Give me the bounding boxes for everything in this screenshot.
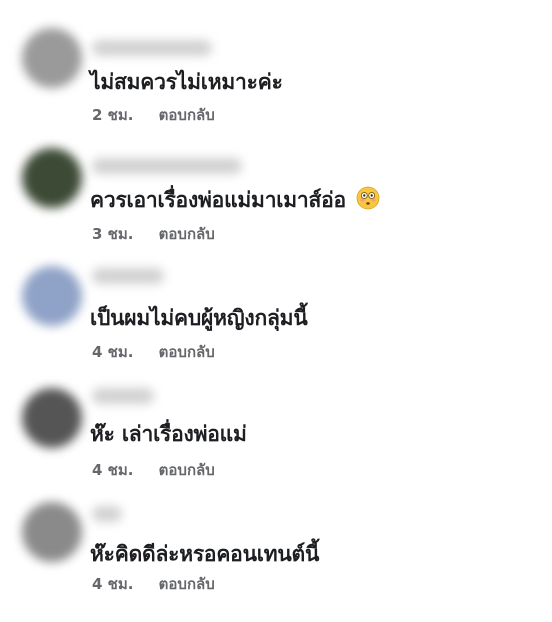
- comment-text: ควรเอาเรื่องพ่อแม่มาเมาส์อ่อ: [90, 184, 380, 217]
- reply-button[interactable]: ตอบกลับ: [159, 575, 215, 593]
- commenter-name-blurred[interactable]: [92, 388, 154, 404]
- commenter-name-blurred[interactable]: [92, 268, 164, 284]
- comment-item: เป็นผมไม่คบผู้หญิงกลุ่มนี้ 4 ชม. ตอบกลับ: [0, 232, 552, 361]
- avatar[interactable]: [22, 28, 82, 88]
- flushed-face-icon: [356, 186, 380, 210]
- commenter-name-blurred[interactable]: [92, 40, 212, 56]
- comment-text: ห๊ะ เล่าเรื่องพ่อแม่: [90, 422, 247, 446]
- avatar[interactable]: [22, 502, 82, 562]
- comment-item: ห๊ะ เล่าเรื่องพ่อแม่ 4 ชม. ตอบกลับ: [0, 352, 552, 479]
- commenter-name-blurred[interactable]: [92, 506, 122, 522]
- comment-time: 4 ชม.: [92, 575, 134, 593]
- avatar[interactable]: [22, 388, 82, 448]
- comment-text: ห๊ะคิดดีล่ะหรอคอนเทนต์นี้: [90, 542, 320, 566]
- comment-item: ควรเอาเรื่องพ่อแม่มาเมาส์อ่อ 3 ชม. ตอบกล…: [0, 116, 552, 243]
- avatar[interactable]: [22, 148, 82, 208]
- comment-meta: 4 ชม. ตอบกลับ: [92, 572, 215, 596]
- avatar[interactable]: [22, 266, 82, 326]
- commenter-name-blurred[interactable]: [92, 158, 242, 174]
- comment-text: ไม่สมควรไม่เหมาะค่ะ: [90, 70, 283, 94]
- comment-item: ไม่สมควรไม่เหมาะค่ะ 2 ชม. ตอบกลับ: [0, 0, 552, 124]
- comment-text-content: ควรเอาเรื่องพ่อแม่มาเมาส์อ่อ: [90, 188, 346, 212]
- comment-text: เป็นผมไม่คบผู้หญิงกลุ่มนี้: [90, 306, 308, 330]
- comment-item: ห๊ะคิดดีล่ะหรอคอนเทนต์นี้ 4 ชม. ตอบกลับ: [0, 468, 552, 593]
